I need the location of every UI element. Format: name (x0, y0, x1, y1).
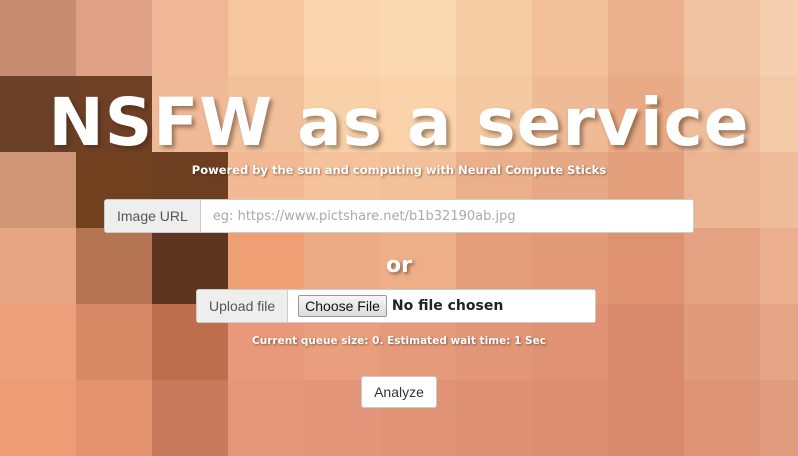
page-subtitle: Powered by the sun and computing with Ne… (191, 163, 607, 177)
file-status: No file chosen (391, 298, 504, 314)
or-separator: or (386, 253, 412, 278)
choose-file-button[interactable]: Choose File (298, 295, 387, 317)
image-url-input[interactable] (200, 200, 693, 232)
file-input[interactable]: Choose File No file chosen (288, 290, 595, 322)
queue-status: Current queue size: 0. Estimated wait ti… (252, 335, 546, 347)
analyze-button[interactable]: Analyze (361, 376, 437, 408)
upload-file-label: Upload file (197, 290, 289, 322)
upload-file-group: Upload file Choose File No file chosen (196, 289, 596, 323)
page-title: NSFW as a service (48, 84, 750, 161)
image-url-group: Image URL (104, 199, 694, 233)
image-url-label: Image URL (105, 200, 201, 232)
